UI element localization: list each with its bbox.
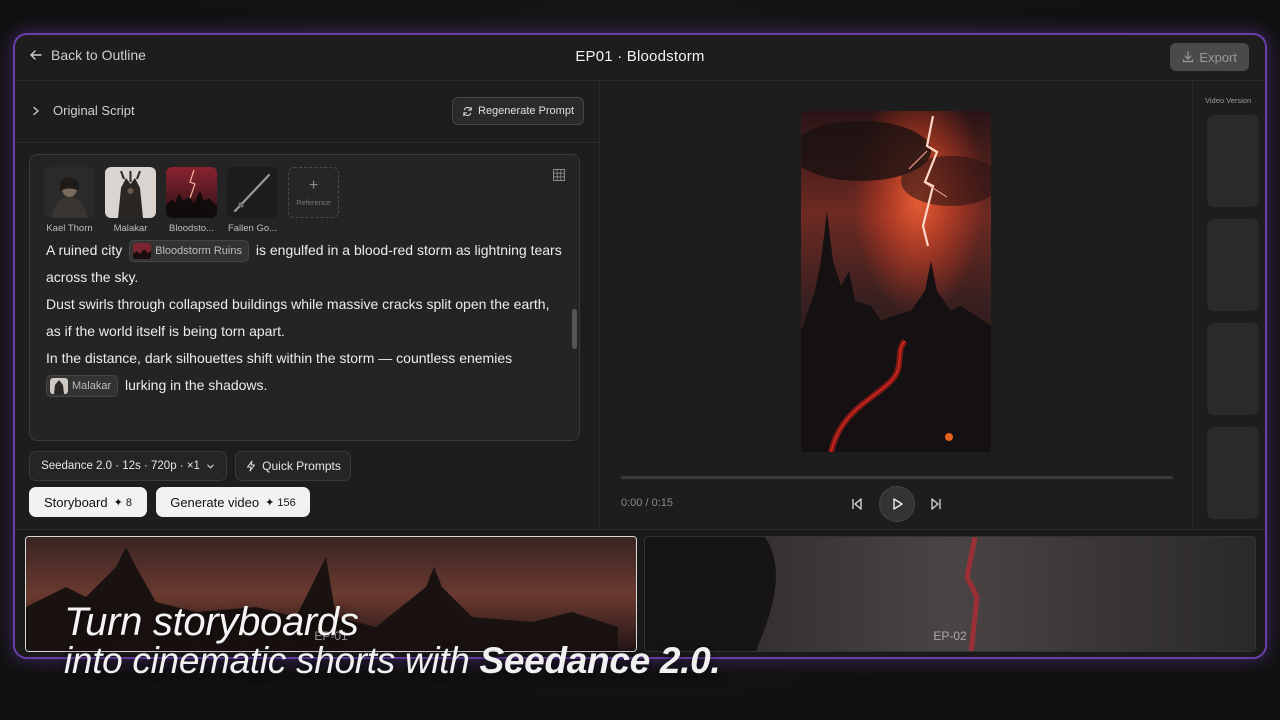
model-settings-label: Seedance 2.0 · 12s · 720p · ×1 [41, 460, 200, 472]
reference-thumbnail-malakar [105, 167, 156, 218]
original-script-toggle[interactable]: Original Script [31, 103, 135, 118]
reference-thumbnail-bloodstorm [166, 167, 217, 218]
video-version-slot[interactable] [1207, 219, 1259, 311]
script-line-1-end: is engulfed in a blood-red storm as ligh… [46, 242, 562, 285]
skip-back-icon [852, 498, 862, 510]
video-preview[interactable] [801, 111, 991, 452]
video-version-slot[interactable] [1207, 427, 1259, 519]
export-label: Export [1199, 49, 1237, 65]
add-reference-tile: + Reference [288, 167, 339, 218]
episode-card-ep-02[interactable]: EP-02 [644, 536, 1256, 652]
quick-prompts-button[interactable]: Quick Prompts [235, 451, 351, 481]
reference-item[interactable]: Kael Thorn [44, 167, 95, 234]
video-player: 0:00 / 0:15 [601, 81, 1191, 529]
plus-icon: + [308, 177, 319, 194]
page-title: EP01 · Bloodstorm [575, 48, 705, 65]
generate-video-cost: ✦ 156 [265, 496, 296, 509]
reference-chip-bloodstorm-ruins[interactable]: Bloodstorm Ruins [129, 240, 249, 263]
quick-prompts-label: Quick Prompts [262, 459, 341, 473]
prompt-editor[interactable]: Kael Thorn Malakar Bloodsto... Fallen Go… [29, 154, 580, 441]
storyboard-cost: ✦ 8 [113, 496, 132, 509]
reference-thumbnail-fallen-god [227, 167, 278, 218]
add-reference-label: Reference [296, 198, 331, 207]
script-panel: Original Script Regenerate Prompt Kael T… [15, 81, 600, 529]
storyboard-label: Storyboard [44, 494, 108, 510]
reference-thumbnail-kael-thorn [44, 167, 95, 218]
caption-brand: Seedance 2.0. [479, 640, 721, 681]
reference-item[interactable]: Bloodsto... [166, 167, 217, 234]
lightning-icon [247, 460, 256, 472]
refresh-icon [463, 106, 472, 116]
generate-video-button[interactable]: Generate video ✦ 156 [156, 487, 310, 517]
video-version-title: Video Version [1205, 96, 1252, 105]
add-reference-button[interactable]: + Reference [288, 167, 339, 234]
play-button[interactable] [879, 486, 915, 522]
next-button[interactable] [926, 486, 946, 522]
previous-button[interactable] [847, 486, 867, 522]
model-settings-dropdown[interactable]: Seedance 2.0 · 12s · 720p · ×1 [29, 451, 227, 481]
script-line-1-start: A ruined city [46, 242, 123, 258]
video-version-panel: Video Version [1192, 81, 1265, 529]
grid-icon[interactable] [553, 169, 565, 181]
script-text[interactable]: A ruined city Bloodstorm Ruins is engulf… [46, 237, 568, 399]
app-window: Back to Outline EP01 · Bloodstorm Export… [13, 33, 1267, 659]
storyboard-button[interactable]: Storyboard ✦ 8 [29, 487, 147, 517]
skip-forward-icon [931, 498, 941, 510]
regenerate-label: Regenerate Prompt [478, 105, 574, 117]
download-icon [1183, 51, 1194, 63]
stage: Back to Outline EP01 · Bloodstorm Export… [0, 0, 1280, 720]
chip-thumbnail [50, 378, 68, 395]
chevron-right-icon [33, 106, 39, 115]
script-line-3: In the distance, dark silhouettes shift … [46, 350, 513, 366]
script-line-3-end: lurking in the shadows. [125, 377, 268, 393]
reference-name: Fallen Go... [227, 223, 278, 234]
reference-item[interactable]: Fallen Go... [227, 167, 278, 234]
playback-time: 0:00 / 0:15 [621, 497, 673, 509]
top-bar: Back to Outline EP01 · Bloodstorm Export [15, 35, 1265, 81]
reference-name: Bloodsto... [169, 223, 214, 234]
reference-name: Kael Thorn [46, 223, 93, 234]
video-frame-image [801, 111, 991, 452]
original-script-row: Original Script Regenerate Prompt [15, 81, 600, 143]
regenerate-prompt-button[interactable]: Regenerate Prompt [452, 97, 584, 125]
caption-line-2: into cinematic shorts with Seedance 2.0. [64, 640, 721, 682]
chip-label: Bloodstorm Ruins [155, 244, 242, 257]
reference-name: Malakar [113, 223, 148, 234]
original-script-label: Original Script [53, 103, 135, 118]
caption-line-2-text: into cinematic shorts with [64, 640, 470, 681]
reference-chip-malakar[interactable]: Malakar [46, 375, 119, 398]
script-line-2: Dust swirls through collapsed buildings … [46, 296, 550, 339]
playback-progress-bar[interactable] [621, 476, 1173, 479]
caption-line-1: Turn storyboards [64, 600, 359, 644]
chevron-down-icon [207, 464, 214, 469]
reference-item[interactable]: Malakar [105, 167, 156, 234]
play-icon [893, 498, 903, 510]
generate-video-label: Generate video [170, 494, 260, 510]
episode-label: EP-02 [933, 629, 967, 643]
editor-scrollbar[interactable] [572, 309, 577, 349]
video-version-slot[interactable] [1207, 323, 1259, 415]
chip-label: Malakar [72, 379, 112, 392]
reference-list: Kael Thorn Malakar Bloodsto... Fallen Go… [44, 167, 339, 234]
video-version-slot[interactable] [1207, 115, 1259, 207]
chip-thumbnail [133, 243, 152, 260]
export-button[interactable]: Export [1170, 43, 1249, 71]
